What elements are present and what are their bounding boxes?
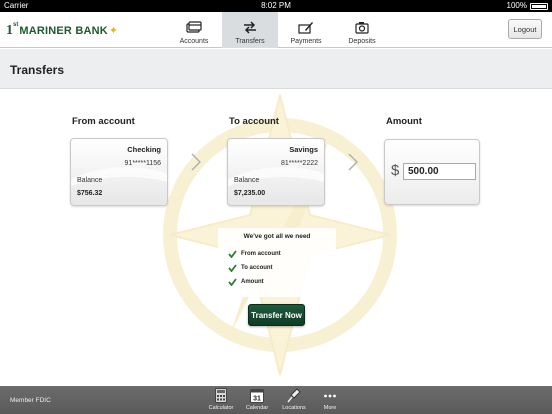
calendar-day-number: 31 — [253, 396, 261, 403]
amount-input[interactable]: 500.00 — [403, 163, 476, 180]
card-swoosh-decoration — [228, 167, 324, 205]
page-title: Transfers — [10, 63, 65, 77]
more-label: More — [323, 405, 337, 411]
logout-button[interactable]: Logout — [508, 19, 542, 39]
from-account-number: 91*****1156 — [124, 160, 161, 167]
battery-icon — [530, 2, 548, 10]
logo-star-icon: ✦ — [108, 25, 119, 37]
tab-payments-label: Payments — [290, 38, 322, 45]
calculator-button[interactable]: Calculator — [204, 388, 238, 414]
tab-deposits-label: Deposits — [348, 38, 376, 45]
tab-transfers-label: Transfers — [235, 38, 265, 45]
amount-label: Amount — [386, 116, 422, 127]
checklist-panel: We've got all we need From account To ac… — [218, 228, 336, 297]
locations-label: Locations — [282, 405, 306, 411]
checklist-item: To account — [228, 264, 273, 272]
from-account-card[interactable]: Checking 91*****1156 Balance $756.32 — [70, 138, 168, 206]
transfer-now-button[interactable]: Transfer Now — [248, 304, 305, 326]
calculator-label: Calculator — [208, 405, 234, 411]
location-pin-icon — [287, 388, 301, 403]
checklist-title: We've got all we need — [243, 233, 311, 240]
transfer-arrows-icon — [244, 21, 256, 34]
locations-button[interactable]: Locations — [277, 388, 311, 414]
currency-symbol: $ — [391, 162, 400, 179]
from-account-name: Checking — [127, 145, 161, 154]
from-account-label: From account — [72, 116, 135, 127]
chevron-right-icon — [191, 153, 201, 171]
tab-accounts[interactable]: Accounts — [166, 12, 222, 48]
calendar-label: Calendar — [245, 405, 269, 411]
more-button[interactable]: More — [313, 388, 347, 414]
card-swoosh-decoration — [71, 167, 167, 205]
status-bar: Carrier 8:02 PM 100% — [0, 0, 552, 12]
tab-payments[interactable]: Payments — [278, 12, 334, 48]
tab-accounts-label: Accounts — [179, 38, 209, 45]
top-nav: 1 st MARINER BANK ✦ Accounts Transfers P… — [0, 12, 552, 48]
bottom-toolbar: Member FDIC Calculator 31 Calendar Locat… — [0, 386, 552, 414]
check-icon — [228, 250, 237, 258]
check-icon — [228, 264, 237, 272]
to-account-name: Savings — [289, 145, 318, 154]
camera-icon — [355, 22, 369, 34]
to-balance-value: $7,235.00 — [234, 190, 266, 197]
to-balance-label: Balance — [234, 177, 260, 184]
check-icon — [228, 278, 237, 286]
battery-percent: 100% — [506, 1, 527, 10]
checklist-item: Amount — [228, 278, 264, 286]
amount-card: $ 500.00 — [384, 139, 480, 205]
from-balance-value: $756.32 — [77, 190, 103, 197]
payment-pen-icon — [298, 22, 313, 34]
to-account-label: To account — [229, 116, 279, 127]
chevron-right-icon — [348, 153, 358, 171]
member-fdic-label: Member FDIC — [10, 397, 51, 404]
mariner-bank-logo: 1 st MARINER BANK ✦ — [6, 22, 119, 38]
tab-transfers[interactable]: Transfers — [222, 12, 278, 48]
calculator-icon — [215, 388, 227, 403]
more-dots-icon — [324, 394, 336, 398]
to-account-card[interactable]: Savings 81*****2222 Balance $7,235.00 — [227, 138, 325, 206]
page-header: Transfers — [0, 49, 552, 89]
battery-indicator: 100% — [507, 0, 548, 12]
checklist-item: From account — [228, 250, 281, 258]
from-balance-label: Balance — [77, 177, 103, 184]
calendar-icon: 31 — [250, 389, 264, 403]
to-account-number: 81*****2222 — [281, 160, 318, 167]
main-tabs: Accounts Transfers Payments Deposits — [166, 12, 390, 48]
accounts-card-icon — [186, 21, 202, 33]
calendar-button[interactable]: 31 Calendar — [240, 388, 274, 414]
transfer-panel: From account To account Amount Checking … — [0, 90, 552, 386]
status-time: 8:02 PM — [261, 1, 291, 10]
tab-deposits[interactable]: Deposits — [334, 12, 390, 48]
